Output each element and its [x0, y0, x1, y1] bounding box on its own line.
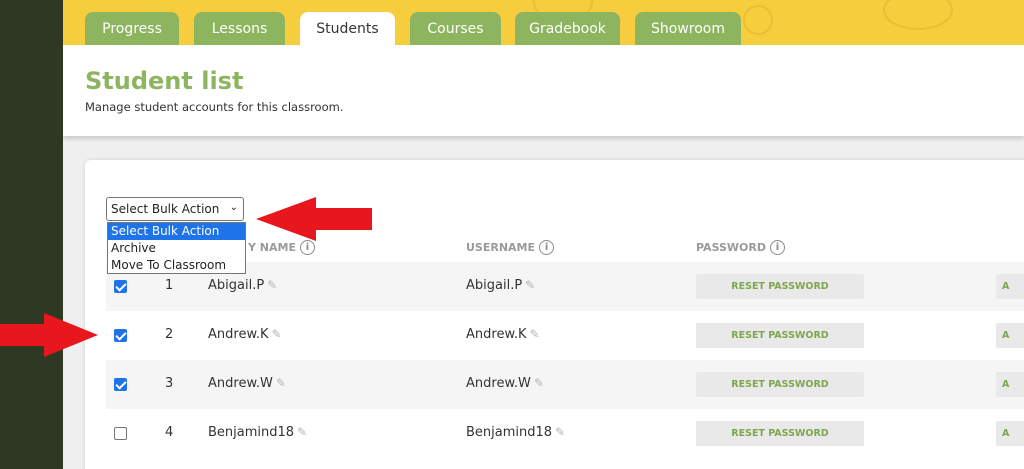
page-header: Student list Manage student accounts for…	[63, 45, 1024, 136]
row-action-button[interactable]: A	[996, 274, 1024, 299]
tab-progress[interactable]: Progress	[85, 12, 179, 45]
chevron-down-icon: ⌄	[229, 202, 238, 213]
tab-students[interactable]: Students	[300, 12, 395, 45]
reset-password-button[interactable]: RESET PASSWORD	[696, 274, 864, 299]
reset-password-button[interactable]: RESET PASSWORD	[696, 323, 864, 348]
table-row: 4 Benjamind18 ✎ Benjamind18 ✎ RESET PASSWO…	[106, 409, 1024, 458]
edit-pencil-icon[interactable]: ✎	[297, 425, 307, 439]
bulk-option-select[interactable]: Select Bulk Action	[108, 223, 245, 240]
column-header-username-label: USERNAME	[466, 241, 536, 254]
edit-pencil-icon[interactable]: ✎	[534, 376, 544, 390]
reset-password-button[interactable]: RESET PASSWORD	[696, 372, 864, 397]
student-username: Andrew.W ✎	[466, 376, 544, 391]
column-header-password: PASSWORD i	[696, 240, 786, 255]
page-subtitle: Manage student accounts for this classro…	[85, 100, 344, 114]
row-number: 4	[165, 425, 174, 440]
table-row: 3 Andrew.W ✎ Andrew.W ✎ RESET PASSWORD A	[106, 360, 1024, 409]
column-header-username: USERNAME i	[466, 240, 555, 255]
student-name-text: Andrew.W	[208, 376, 273, 391]
student-username-text: Andrew.W	[466, 376, 531, 391]
row-action-button[interactable]: A	[996, 323, 1024, 348]
tab-gradebook[interactable]: Gradebook	[515, 12, 620, 45]
tab-courses[interactable]: Courses	[410, 12, 501, 45]
edit-pencil-icon[interactable]: ✎	[525, 278, 535, 292]
left-rail	[0, 0, 63, 469]
bulk-option-move-to-classroom[interactable]: Move To Classroom	[108, 257, 245, 274]
info-icon[interactable]: i	[770, 240, 786, 255]
student-username: Benjamind18 ✎	[466, 425, 565, 440]
banner-decoration	[883, 0, 953, 30]
row-number: 2	[165, 327, 174, 342]
bulk-option-archive[interactable]: Archive	[108, 240, 245, 257]
column-header-password-label: PASSWORD	[696, 241, 767, 254]
edit-pencil-icon[interactable]: ✎	[267, 278, 277, 292]
bulk-action-selected: Select Bulk Action	[111, 202, 220, 216]
student-username-text: Andrew.K	[466, 327, 527, 342]
student-username: Andrew.K ✎	[466, 327, 540, 342]
tab-showroom[interactable]: Showroom	[635, 12, 741, 45]
row-checkbox[interactable]	[114, 329, 127, 342]
annotation-arrow-right	[0, 313, 98, 357]
tab-lessons[interactable]: Lessons	[194, 12, 285, 45]
bulk-action-dropdown: Select Bulk Action Archive Move To Class…	[107, 222, 246, 274]
page-title: Student list	[85, 67, 244, 95]
student-username-text: Benjamind18	[466, 425, 553, 440]
edit-pencil-icon[interactable]: ✎	[530, 327, 540, 341]
info-icon[interactable]: i	[539, 240, 555, 255]
row-checkbox[interactable]	[114, 427, 127, 440]
edit-pencil-icon[interactable]: ✎	[276, 376, 286, 390]
row-action-button[interactable]: A	[996, 372, 1024, 397]
row-number: 3	[165, 376, 174, 391]
student-name: Abigail.P ✎	[208, 278, 277, 293]
student-name-text: Andrew.K	[208, 327, 269, 342]
reset-password-button[interactable]: RESET PASSWORD	[696, 421, 864, 446]
student-name-text: Benjamind18	[208, 425, 295, 440]
edit-pencil-icon[interactable]: ✎	[272, 327, 282, 341]
row-number: 1	[165, 278, 174, 293]
table-row: 2 Andrew.K ✎ Andrew.K ✎ RESET PASSWORD A	[106, 311, 1024, 360]
student-name: Andrew.W ✎	[208, 376, 286, 391]
student-username: Abigail.P ✎	[466, 278, 535, 293]
student-username-text: Abigail.P	[466, 278, 523, 293]
edit-pencil-icon[interactable]: ✎	[555, 425, 565, 439]
row-checkbox[interactable]	[114, 280, 127, 293]
row-checkbox[interactable]	[114, 378, 127, 391]
row-action-button[interactable]: A	[996, 421, 1024, 446]
bulk-action-select[interactable]: Select Bulk Action ⌄	[106, 197, 244, 221]
student-name: Andrew.K ✎	[208, 327, 282, 342]
banner-decoration	[743, 5, 773, 35]
student-name-text: Abigail.P	[208, 278, 265, 293]
student-name: Benjamind18 ✎	[208, 425, 307, 440]
annotation-arrow-left	[256, 197, 372, 241]
